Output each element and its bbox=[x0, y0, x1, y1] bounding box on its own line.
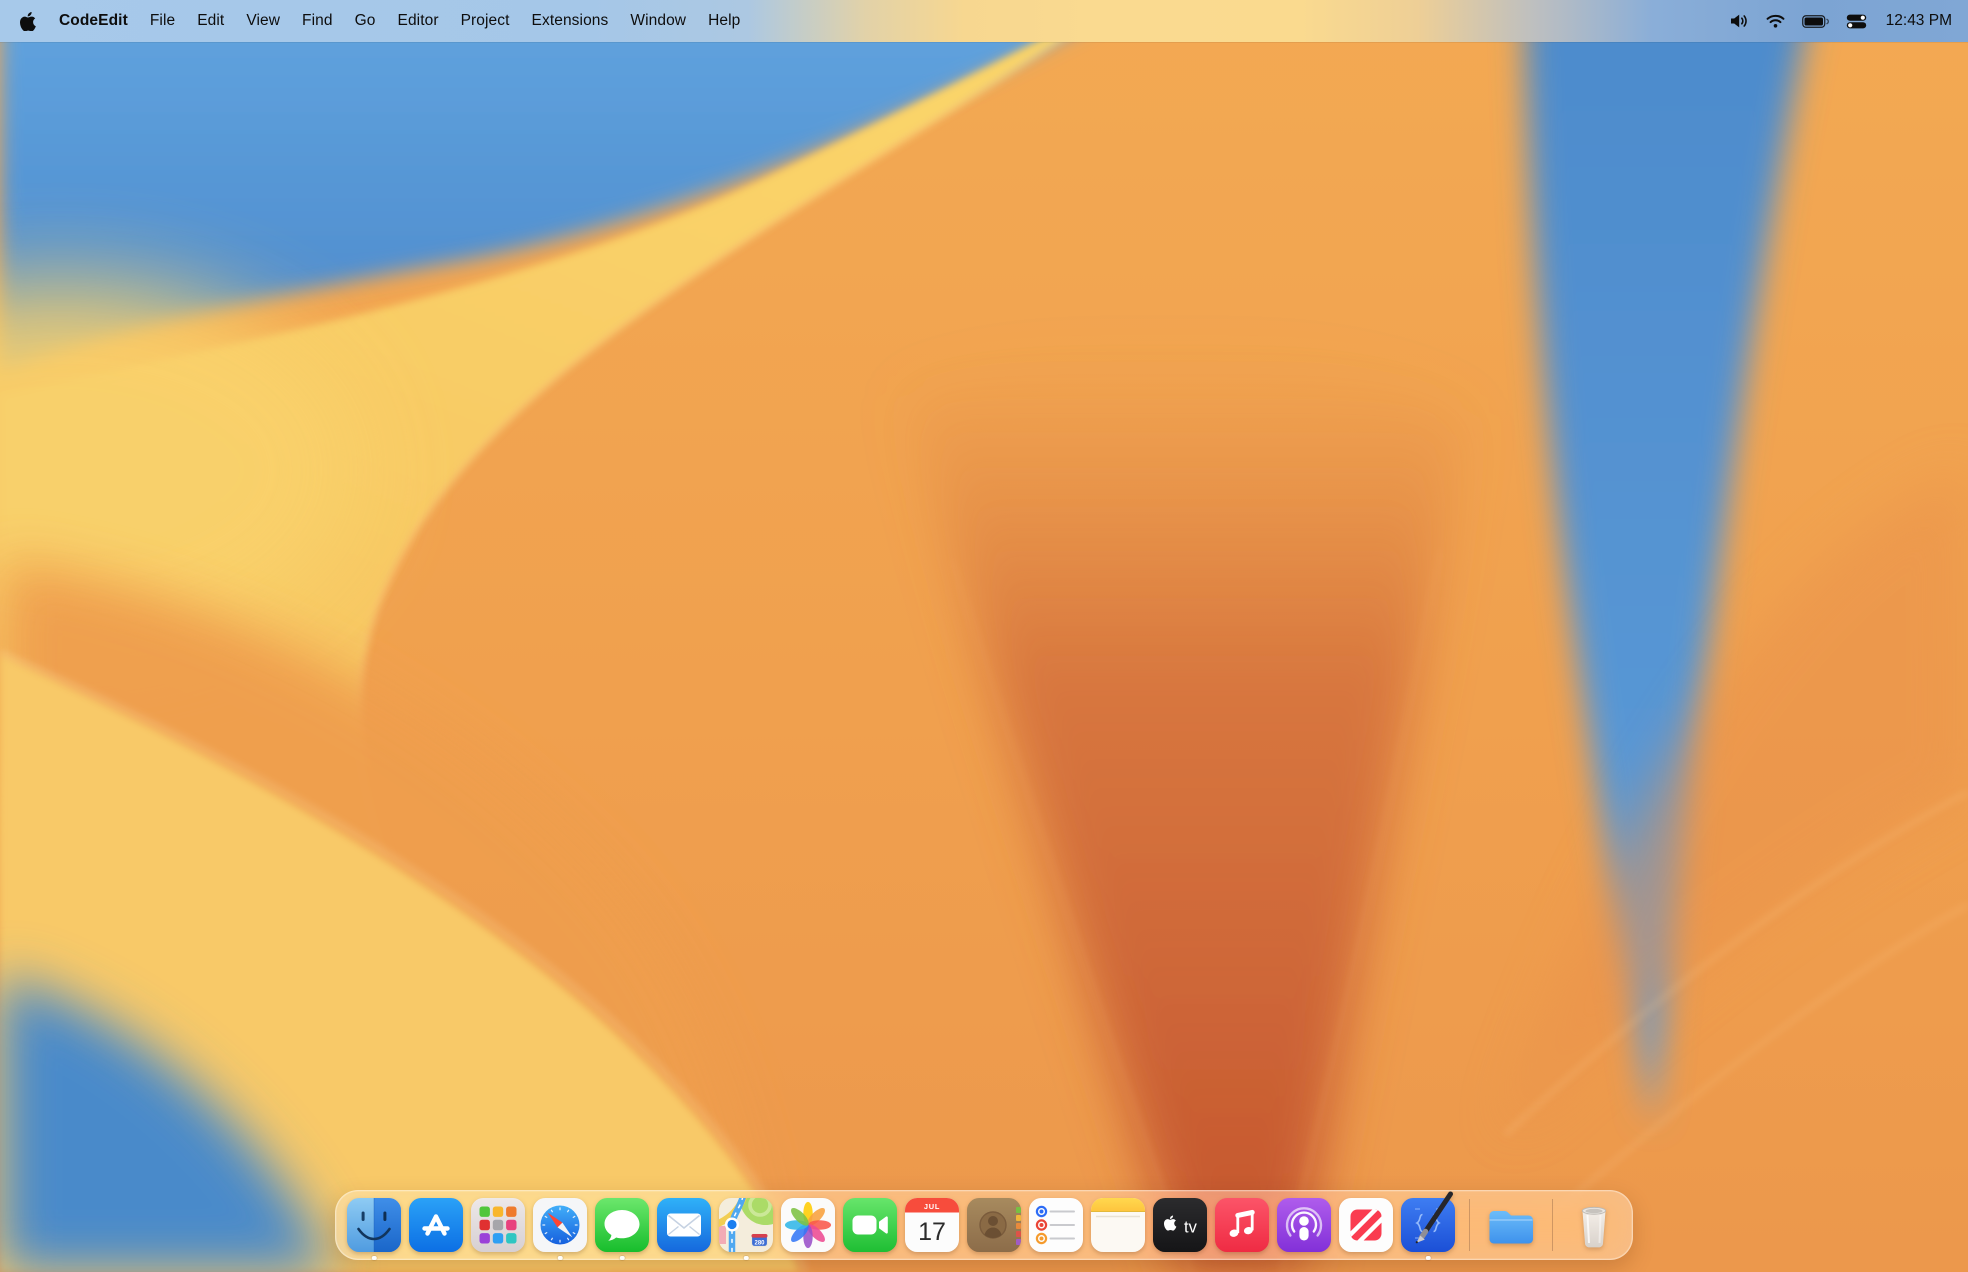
dock-item-mail[interactable] bbox=[657, 1198, 711, 1252]
dock-item-finder[interactable] bbox=[347, 1198, 401, 1252]
messages-icon bbox=[595, 1198, 649, 1252]
reminders-icon bbox=[1029, 1198, 1083, 1252]
running-indicator bbox=[744, 1256, 749, 1261]
menu-item-project[interactable]: Project bbox=[450, 12, 521, 30]
battery-icon[interactable] bbox=[1802, 15, 1829, 28]
menu-item-go[interactable]: Go bbox=[344, 12, 387, 30]
mail-icon bbox=[657, 1198, 711, 1252]
dock-item-maps[interactable]: 280 bbox=[719, 1198, 773, 1252]
menu-bar: CodeEdit FileEditViewFindGoEditorProject… bbox=[0, 0, 1968, 42]
status-area: 12:43 PM bbox=[1730, 12, 1952, 30]
dock-item-facetime[interactable] bbox=[843, 1198, 897, 1252]
menu-item-window[interactable]: Window bbox=[619, 12, 697, 30]
volume-icon[interactable] bbox=[1730, 14, 1749, 28]
notes-icon bbox=[1091, 1198, 1145, 1252]
running-indicator bbox=[558, 1256, 563, 1261]
dock-item-messages[interactable] bbox=[595, 1198, 649, 1252]
photos-icon bbox=[781, 1198, 835, 1252]
menu-items: FileEditViewFindGoEditorProjectExtension… bbox=[139, 12, 752, 30]
dock-item-codeedit[interactable] bbox=[1401, 1198, 1455, 1252]
music-icon bbox=[1215, 1198, 1269, 1252]
dock-separator bbox=[1469, 1199, 1470, 1251]
menu-item-editor[interactable]: Editor bbox=[387, 12, 450, 30]
menu-list: CodeEdit FileEditViewFindGoEditorProject… bbox=[18, 12, 751, 31]
svg-text:17: 17 bbox=[918, 1218, 946, 1246]
safari-icon bbox=[533, 1198, 587, 1252]
news-icon bbox=[1339, 1198, 1393, 1252]
menu-item-app-name[interactable]: CodeEdit bbox=[48, 12, 139, 30]
dock-item-appletv[interactable]: tv bbox=[1153, 1198, 1207, 1252]
menu-item-extensions[interactable]: Extensions bbox=[521, 12, 620, 30]
podcasts-icon bbox=[1277, 1198, 1331, 1252]
facetime-icon bbox=[843, 1198, 897, 1252]
dock-item-trash[interactable] bbox=[1567, 1198, 1621, 1252]
menu-item-edit[interactable]: Edit bbox=[186, 12, 235, 30]
status-icons bbox=[1730, 14, 1867, 29]
folder-icon bbox=[1484, 1198, 1538, 1252]
dock-item-photos[interactable] bbox=[781, 1198, 835, 1252]
wallpaper-ventura bbox=[0, 0, 1968, 1272]
dock-item-folder[interactable] bbox=[1484, 1198, 1538, 1252]
dock: 280 JUL 17 bbox=[335, 1190, 1633, 1260]
apple-icon bbox=[20, 12, 36, 31]
contacts-icon bbox=[967, 1198, 1021, 1252]
running-indicator bbox=[620, 1256, 625, 1261]
dock-item-news[interactable] bbox=[1339, 1198, 1393, 1252]
codeedit-icon bbox=[1401, 1198, 1455, 1252]
appletv-icon: tv bbox=[1153, 1198, 1207, 1252]
menu-item-file[interactable]: File bbox=[139, 12, 186, 30]
dock-separator bbox=[1552, 1199, 1553, 1251]
maps-icon: 280 bbox=[719, 1198, 773, 1252]
dock-item-podcasts[interactable] bbox=[1277, 1198, 1331, 1252]
finder-icon bbox=[347, 1198, 401, 1252]
running-indicator bbox=[372, 1256, 377, 1261]
dock-item-calendar[interactable]: JUL 17 bbox=[905, 1198, 959, 1252]
control-center-icon[interactable] bbox=[1846, 14, 1867, 29]
running-indicator bbox=[1426, 1256, 1431, 1261]
calendar-icon: JUL 17 bbox=[905, 1198, 959, 1252]
menu-clock[interactable]: 12:43 PM bbox=[1886, 12, 1952, 30]
wifi-icon[interactable] bbox=[1766, 14, 1785, 28]
dock-item-notes[interactable] bbox=[1091, 1198, 1145, 1252]
menu-item-find[interactable]: Find bbox=[291, 12, 344, 30]
launchpad-icon bbox=[471, 1198, 525, 1252]
trash-icon bbox=[1567, 1198, 1621, 1252]
svg-text:280: 280 bbox=[754, 1241, 765, 1247]
menu-item-view[interactable]: View bbox=[235, 12, 291, 30]
dock-item-contacts[interactable] bbox=[967, 1198, 1021, 1252]
dock-item-reminders[interactable] bbox=[1029, 1198, 1083, 1252]
desktop: CodeEdit FileEditViewFindGoEditorProject… bbox=[0, 0, 1968, 1272]
dock-item-safari[interactable] bbox=[533, 1198, 587, 1252]
apple-menu[interactable] bbox=[18, 12, 48, 31]
app-store-icon bbox=[409, 1198, 463, 1252]
svg-text:JUL: JUL bbox=[924, 1202, 940, 1211]
svg-text:tv: tv bbox=[1184, 1219, 1198, 1237]
dock-item-music[interactable] bbox=[1215, 1198, 1269, 1252]
dock-item-launchpad[interactable] bbox=[471, 1198, 525, 1252]
dock-item-app-store[interactable] bbox=[409, 1198, 463, 1252]
menu-item-help[interactable]: Help bbox=[697, 12, 751, 30]
